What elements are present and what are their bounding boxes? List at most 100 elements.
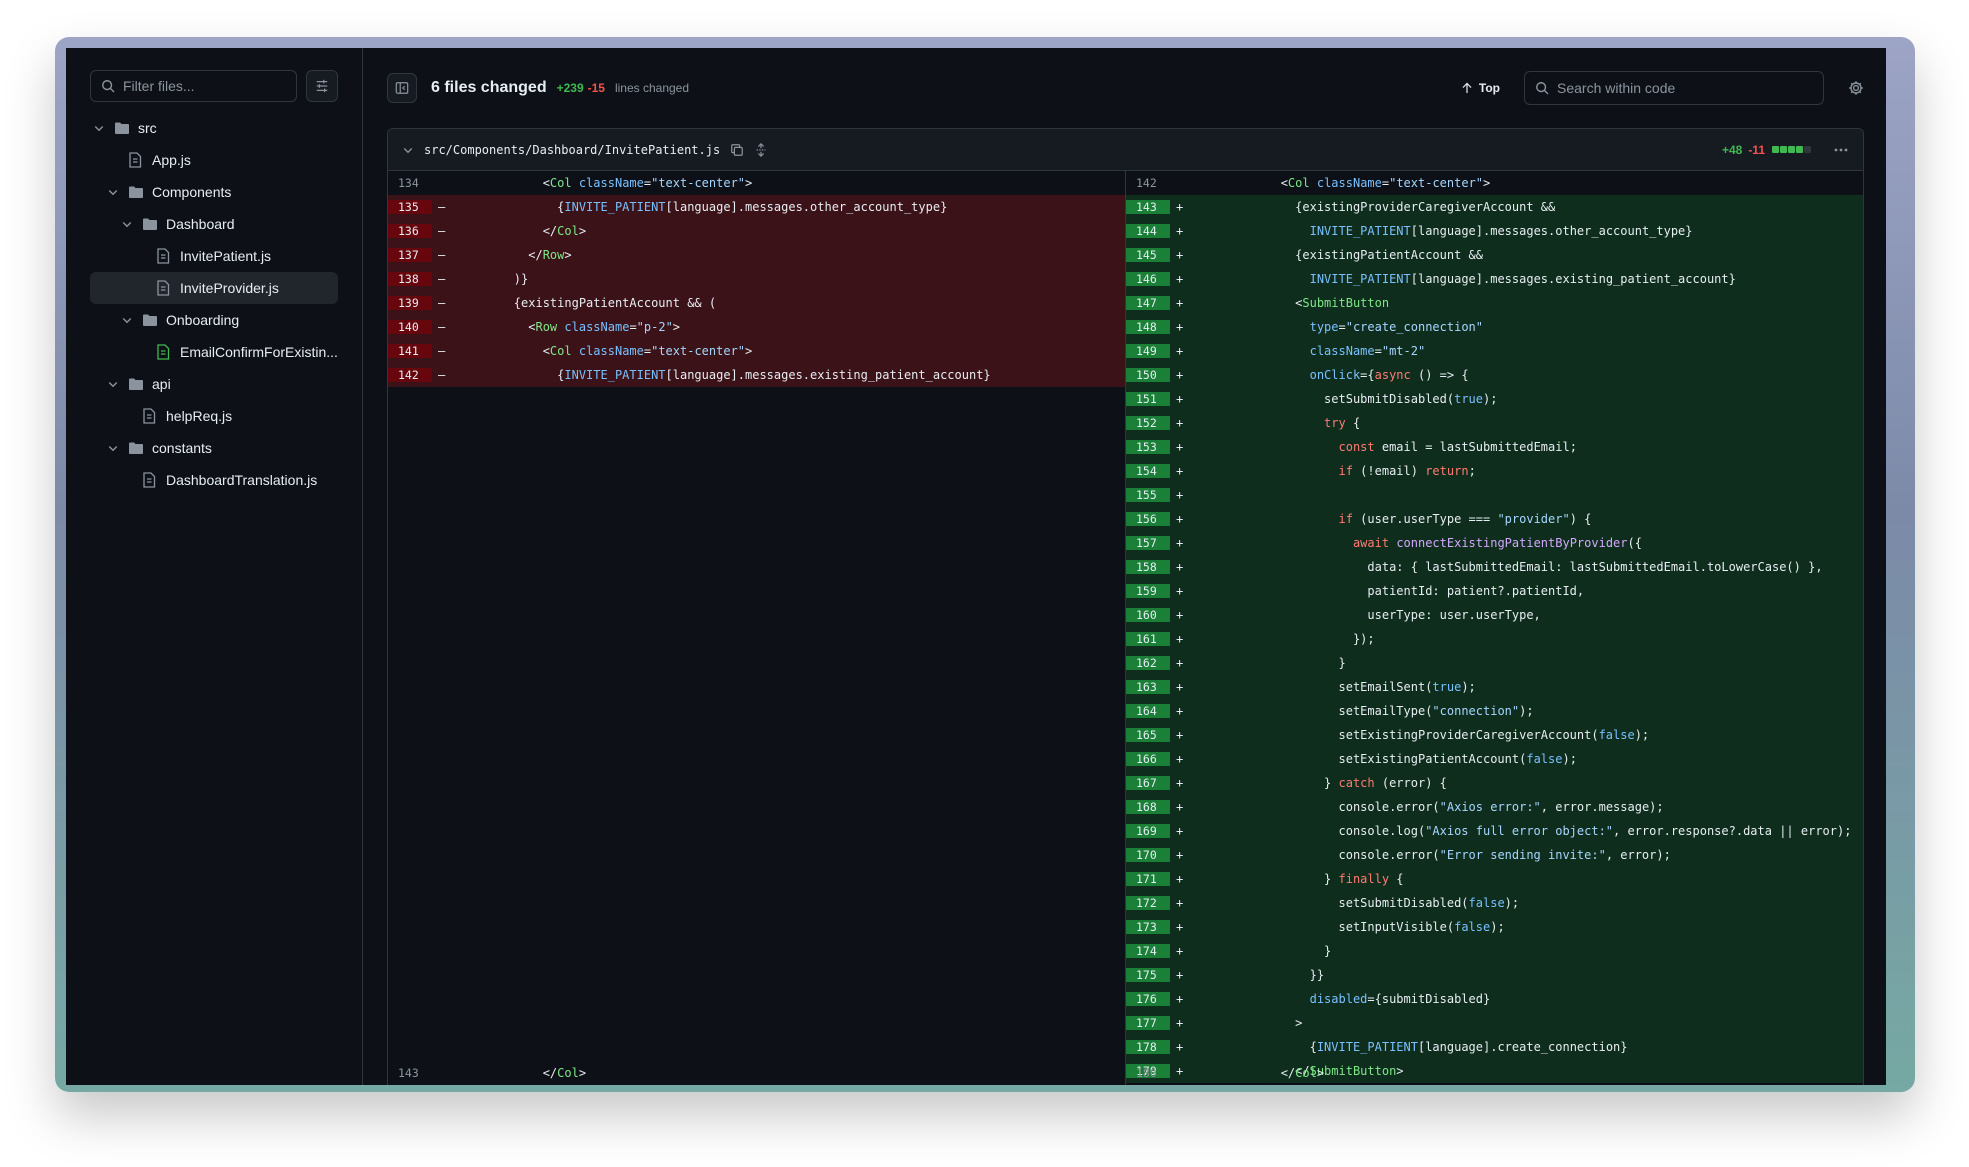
added-line[interactable]: 176 + disabled={submitDisabled} (1126, 987, 1863, 1011)
line-number[interactable]: 147 (1126, 296, 1170, 310)
added-line[interactable]: 158 + data: { lastSubmittedEmail: lastSub… (1126, 555, 1863, 579)
settings-button[interactable] (1848, 80, 1864, 96)
line-number[interactable]: 152 (1126, 416, 1170, 430)
top-button[interactable]: Top (1461, 81, 1500, 95)
tree-file[interactable]: InviteProvider.js (90, 272, 338, 304)
chevron-down-icon[interactable] (106, 377, 120, 391)
deleted-line[interactable]: 138– )} (388, 267, 1125, 291)
added-line[interactable]: 148 + type="create_connection" (1126, 315, 1863, 339)
line-number[interactable]: 168 (1126, 800, 1170, 814)
line-number[interactable]: 136 (388, 224, 432, 238)
line-number[interactable]: 143 (388, 1066, 432, 1080)
line-number[interactable]: 148 (1126, 320, 1170, 334)
deleted-line[interactable]: 137– </Row> (388, 243, 1125, 267)
tree-folder[interactable]: src (90, 112, 338, 144)
added-line[interactable]: 145 + {existingPatientAccount && (1126, 243, 1863, 267)
added-line[interactable]: 168 + console.error("Axios error:", error… (1126, 795, 1863, 819)
line-number[interactable]: 167 (1126, 776, 1170, 790)
line-number[interactable]: 153 (1126, 440, 1170, 454)
line-number[interactable]: 173 (1126, 920, 1170, 934)
deleted-line[interactable]: 140– <Row className="p-2"> (388, 315, 1125, 339)
line-number[interactable]: 165 (1126, 728, 1170, 742)
tree-folder[interactable]: Components (90, 176, 338, 208)
line-number[interactable]: 170 (1126, 848, 1170, 862)
line-number[interactable]: 137 (388, 248, 432, 262)
added-line[interactable]: 150 + onClick={async () => { (1126, 363, 1863, 387)
chevron-down-icon[interactable] (92, 121, 106, 135)
line-number[interactable]: 146 (1126, 272, 1170, 286)
deleted-line[interactable]: 135– {INVITE_PATIENT[language].messages.… (388, 195, 1125, 219)
line-number[interactable]: 157 (1126, 536, 1170, 550)
tree-file[interactable]: EmailConfirmForExistin... (90, 336, 338, 368)
tree-file[interactable]: DashboardTranslation.js (90, 464, 338, 496)
context-line[interactable]: 180 </Col> (1126, 1061, 1863, 1085)
line-number[interactable]: 151 (1126, 392, 1170, 406)
deleted-line[interactable]: 142– {INVITE_PATIENT[language].messages.… (388, 363, 1125, 387)
added-line[interactable]: 174 + } (1126, 939, 1863, 963)
line-number[interactable]: 171 (1126, 872, 1170, 886)
line-number[interactable]: 144 (1126, 224, 1170, 238)
added-line[interactable]: 151 + setSubmitDisabled(true); (1126, 387, 1863, 411)
filter-files-input[interactable]: Filter files... (90, 70, 297, 102)
search-code-input[interactable]: Search within code (1524, 71, 1824, 105)
added-line[interactable]: 152 + try { (1126, 411, 1863, 435)
line-number[interactable]: 172 (1126, 896, 1170, 910)
deleted-line[interactable]: 136– </Col> (388, 219, 1125, 243)
chevron-down-icon[interactable] (106, 185, 120, 199)
line-number[interactable]: 180 (1126, 1066, 1170, 1080)
line-number[interactable]: 143 (1126, 200, 1170, 214)
added-line[interactable]: 178 + {INVITE_PATIENT[language].create_co… (1126, 1035, 1863, 1059)
line-number[interactable]: 175 (1126, 968, 1170, 982)
line-number[interactable]: 142 (388, 368, 432, 382)
tree-folder[interactable]: Onboarding (90, 304, 338, 336)
added-line[interactable]: 166 + setExistingPatientAccount(false); (1126, 747, 1863, 771)
added-line[interactable]: 171 + } finally { (1126, 867, 1863, 891)
tree-file[interactable]: helpReq.js (90, 400, 338, 432)
line-number[interactable]: 139 (388, 296, 432, 310)
line-number[interactable]: 164 (1126, 704, 1170, 718)
line-number[interactable]: 174 (1126, 944, 1170, 958)
added-line[interactable]: 162 + } (1126, 651, 1863, 675)
added-line[interactable]: 156 + if (user.userType === "provider") { (1126, 507, 1863, 531)
added-line[interactable]: 157 + await connectExistingPatientByProvi… (1126, 531, 1863, 555)
added-line[interactable]: 154 + if (!email) return; (1126, 459, 1863, 483)
chevron-down-icon[interactable] (120, 313, 134, 327)
added-line[interactable]: 153 + const email = lastSubmittedEmail; (1126, 435, 1863, 459)
added-line[interactable]: 143 + {existingProviderCaregiverAccount &… (1126, 195, 1863, 219)
line-number[interactable]: 141 (388, 344, 432, 358)
added-line[interactable]: 170 + console.error("Error sending invite… (1126, 843, 1863, 867)
line-number[interactable]: 155 (1126, 488, 1170, 502)
added-line[interactable]: 175 + }} (1126, 963, 1863, 987)
added-line[interactable]: 146 + INVITE_PATIENT[language].messages.e… (1126, 267, 1863, 291)
tree-file[interactable]: InvitePatient.js (90, 240, 338, 272)
line-number[interactable]: 162 (1126, 656, 1170, 670)
line-number[interactable]: 158 (1126, 560, 1170, 574)
tree-folder[interactable]: Dashboard (90, 208, 338, 240)
context-line[interactable]: 142 <Col className="text-center"> (1126, 171, 1863, 195)
collapse-file-button[interactable] (402, 144, 414, 156)
expand-all-button[interactable] (754, 142, 768, 157)
added-line[interactable]: 159 + patientId: patient?.patientId, (1126, 579, 1863, 603)
added-line[interactable]: 177 + > (1126, 1011, 1863, 1035)
line-number[interactable]: 150 (1126, 368, 1170, 382)
context-line[interactable]: 134 <Col className="text-center"> (388, 171, 1125, 195)
added-line[interactable]: 155 + (1126, 483, 1863, 507)
line-number[interactable]: 154 (1126, 464, 1170, 478)
context-line[interactable]: 143 </Col> (388, 1061, 1125, 1085)
line-number[interactable]: 163 (1126, 680, 1170, 694)
line-number[interactable]: 160 (1126, 608, 1170, 622)
added-line[interactable]: 163 + setEmailSent(true); (1126, 675, 1863, 699)
deleted-line[interactable]: 139– {existingPatientAccount && ( (388, 291, 1125, 315)
line-number[interactable]: 178 (1126, 1040, 1170, 1054)
line-number[interactable]: 135 (388, 200, 432, 214)
added-line[interactable]: 149 + className="mt-2" (1126, 339, 1863, 363)
line-number[interactable]: 140 (388, 320, 432, 334)
added-line[interactable]: 147 + <SubmitButton (1126, 291, 1863, 315)
line-number[interactable]: 176 (1126, 992, 1170, 1006)
line-number[interactable]: 177 (1126, 1016, 1170, 1030)
line-number[interactable]: 156 (1126, 512, 1170, 526)
added-line[interactable]: 161 + }); (1126, 627, 1863, 651)
line-number[interactable]: 161 (1126, 632, 1170, 646)
tree-file[interactable]: App.js (90, 144, 338, 176)
chevron-down-icon[interactable] (106, 441, 120, 455)
